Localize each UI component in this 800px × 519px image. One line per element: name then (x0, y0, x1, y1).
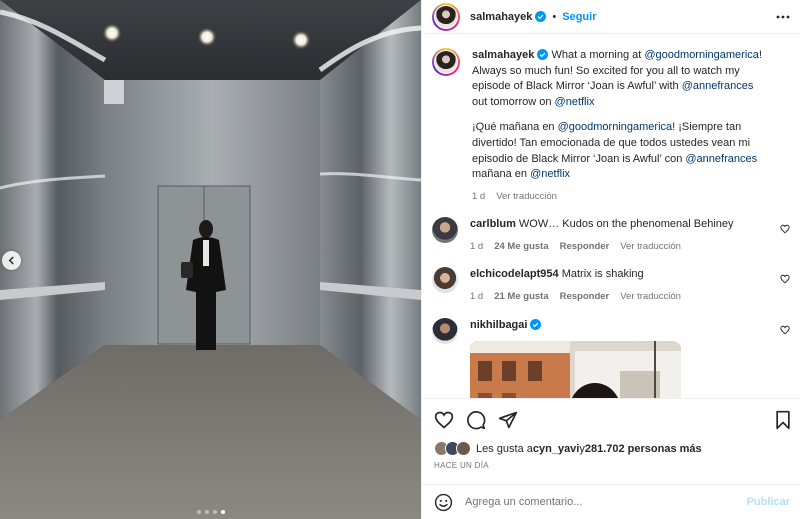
caption-text: ¡Qué mañana en (472, 121, 558, 134)
carousel-indicators (0, 510, 421, 514)
comment-body: elchicodelapt954 Matrix is shaking 1 d 2… (470, 267, 703, 303)
post-actions: Les gusta a cyn_yavi y 281.702 personas … (422, 398, 800, 470)
comment-meta: 1 d 21 Me gusta Responder Ver traducción (470, 290, 681, 303)
heart-icon[interactable] (780, 325, 790, 338)
likes-count[interactable]: 281.702 personas más (585, 443, 702, 455)
reply-button[interactable]: Responder (560, 240, 610, 253)
post-viewer: salmahayek • Seguir salmahayek What a mo… (0, 0, 800, 519)
carousel-dot-active (220, 510, 225, 514)
translate-link[interactable]: Ver traducción (620, 240, 681, 253)
comment-item: elchicodelapt954 Matrix is shaking 1 d 2… (432, 267, 790, 303)
elevator-photo (0, 0, 421, 519)
action-icons (434, 409, 792, 431)
likes-prefix: Les gusta a (476, 443, 533, 455)
heart-icon[interactable] (780, 224, 790, 237)
timestamp[interactable]: 1 d (472, 190, 485, 203)
caption-body: salmahayek What a morning at @goodmornin… (472, 48, 790, 203)
carousel-dot (212, 510, 217, 514)
comment-username[interactable]: carlblum (470, 218, 516, 230)
follow-button[interactable]: Seguir (562, 11, 596, 23)
comment-username[interactable]: nikhilbagai (470, 319, 527, 331)
comment-item: carlblum WOW… Kudos on the phenomenal Be… (432, 217, 790, 253)
heart-icon[interactable] (434, 410, 454, 430)
translate-link[interactable]: Ver traducción (496, 190, 557, 203)
comment-meta: 1 d 24 Me gusta Responder Ver traducción (470, 240, 734, 253)
street-photo (470, 341, 681, 398)
post-side-panel: salmahayek • Seguir salmahayek What a mo… (421, 0, 800, 519)
commenter-avatar[interactable] (432, 217, 458, 244)
mention-link[interactable]: @annefrances (682, 80, 754, 92)
timestamp[interactable]: 1 d (470, 290, 483, 303)
emoji-icon[interactable] (434, 493, 453, 512)
previous-slide-button[interactable] (2, 251, 21, 270)
comment-likes-count[interactable]: 24 Me gusta (494, 240, 548, 253)
caption-meta: 1 d Ver traducción (472, 190, 768, 203)
caption-text: What a morning at (551, 49, 645, 61)
mention-link[interactable]: @goodmorningamerica (558, 121, 673, 133)
post-time[interactable]: HACE UN DÍA (434, 461, 792, 470)
author-username[interactable]: salmahayek (470, 11, 532, 23)
likes-summary[interactable]: Les gusta a cyn_yavi y 281.702 personas … (434, 441, 792, 457)
caption-text: mañana en (472, 168, 531, 181)
commenter-avatar[interactable] (432, 267, 458, 294)
separator-dot: • (552, 10, 557, 23)
send-icon[interactable] (498, 410, 518, 430)
caption-avatar[interactable] (432, 48, 460, 76)
heart-icon[interactable] (780, 274, 790, 287)
mention-link[interactable]: @annefrances (685, 153, 757, 165)
comment-item: nikhilbagai (432, 317, 790, 398)
carousel-dot (196, 510, 201, 514)
post-media[interactable] (0, 0, 421, 519)
mention-link[interactable]: @netflix (555, 96, 595, 108)
reply-button[interactable]: Responder (560, 290, 610, 303)
more-options-icon[interactable] (776, 15, 790, 19)
liker-username[interactable]: cyn_yavi (533, 443, 579, 455)
bookmark-icon[interactable] (774, 410, 792, 430)
comment-input[interactable] (465, 496, 747, 508)
publish-button[interactable]: Publicar (747, 496, 790, 508)
comment-icon[interactable] (466, 410, 486, 430)
timestamp[interactable]: 1 d (470, 240, 483, 253)
post-caption: salmahayek What a morning at @goodmornin… (432, 48, 790, 203)
post-header: salmahayek • Seguir (422, 0, 800, 34)
author-avatar[interactable] (432, 2, 460, 31)
comment-text: Matrix is shaking (561, 268, 644, 281)
verified-badge-icon (530, 318, 542, 330)
carousel-dot (204, 510, 209, 514)
comment-image[interactable] (470, 341, 681, 398)
comment-likes-count[interactable]: 21 Me gusta (494, 290, 548, 303)
comments-list[interactable]: salmahayek What a morning at @goodmornin… (422, 34, 800, 398)
translate-link[interactable]: Ver traducción (620, 290, 681, 303)
verified-badge-icon (537, 49, 549, 60)
caption-text: out tomorrow on (472, 95, 555, 108)
comment-username[interactable]: elchicodelapt954 (470, 268, 559, 280)
liker-avatar (456, 441, 471, 456)
comment-body: carlblum WOW… Kudos on the phenomenal Be… (470, 217, 756, 253)
mention-link[interactable]: @goodmorningamerica (644, 49, 759, 61)
chevron-left-icon (8, 256, 14, 265)
commenter-avatar[interactable] (432, 317, 458, 344)
verified-badge-icon (535, 11, 547, 22)
liker-avatars (434, 441, 474, 457)
mention-link[interactable]: @netflix (530, 168, 570, 180)
comment-text: WOW… Kudos on the phenomenal Behiney (518, 218, 734, 231)
caption-username[interactable]: salmahayek (472, 49, 534, 61)
comment-body: nikhilbagai (470, 318, 703, 398)
add-comment-bar: Publicar (422, 484, 800, 519)
